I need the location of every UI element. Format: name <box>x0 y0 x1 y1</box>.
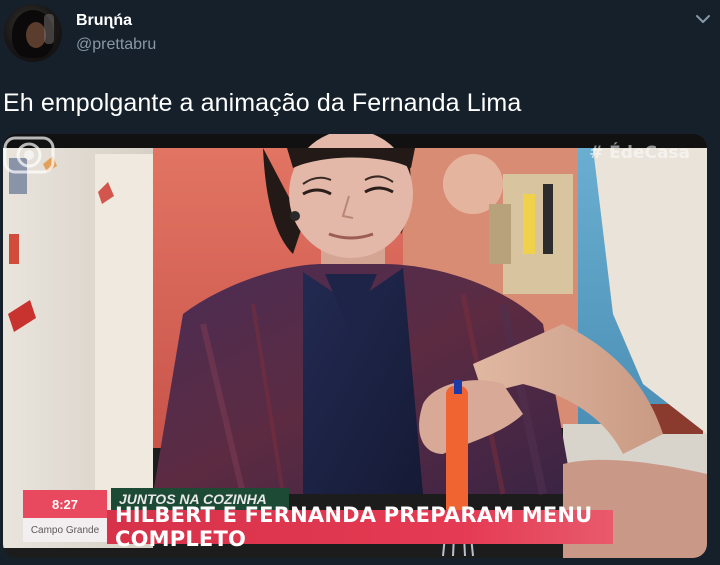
tv-globo-logo-icon <box>3 136 55 174</box>
tv-clock: 8:27 <box>23 490 107 518</box>
tweet-media-photo[interactable]: # ÉdeCasa 8:27 Campo Grande JUNTOS NA CO… <box>3 134 707 558</box>
display-name[interactable]: Bruɳńa <box>76 12 132 30</box>
tv-headline: HILBERT E FERNANDA PREPARAM MENU COMPLET… <box>107 503 613 551</box>
tweet-card: Bruɳńa @prettabru Eh empolgante a animaç… <box>0 0 720 565</box>
tv-lower-third: 8:27 Campo Grande JUNTOS NA COZINHA HILB… <box>23 486 613 551</box>
channel-hashtag: # ÉdeCasa <box>589 143 691 163</box>
tv-city-label: Campo Grande <box>23 518 107 542</box>
user-handle[interactable]: @prettabru <box>76 36 156 54</box>
tweet-text: Eh empolgante a animação da Fernanda Lim… <box>3 89 522 117</box>
avatar[interactable] <box>4 4 62 62</box>
chevron-down-icon[interactable] <box>693 9 713 29</box>
